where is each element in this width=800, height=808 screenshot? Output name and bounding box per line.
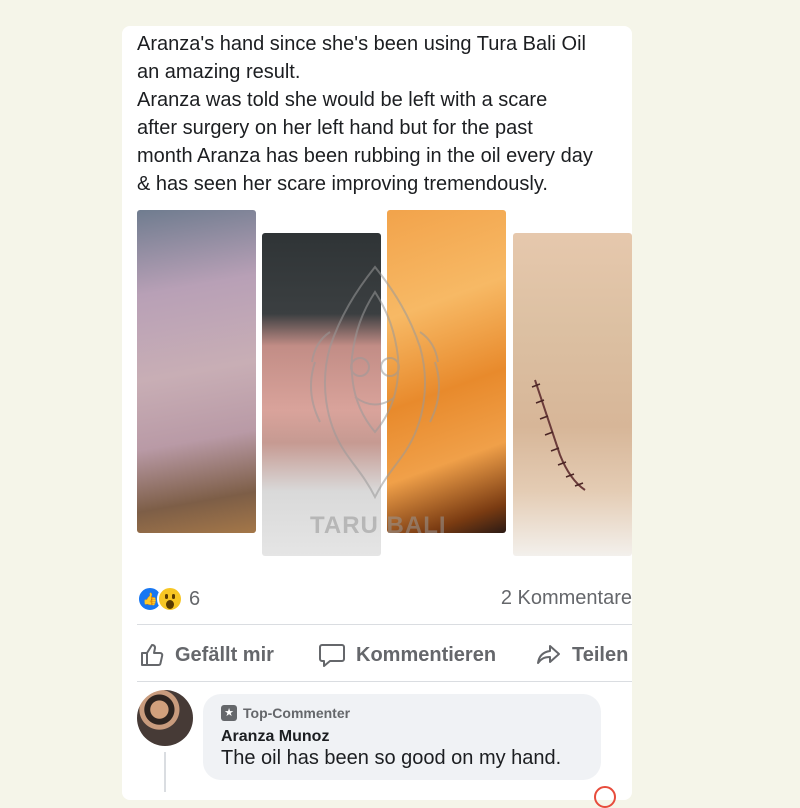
post-text: Aranza's hand since she's been using Tur… (137, 30, 637, 198)
hand-photo-1[interactable] (137, 210, 256, 533)
comment-button[interactable]: Kommentieren (318, 640, 496, 670)
taru-bali-logo-watermark (310, 265, 440, 500)
like-label: Gefällt mir (175, 643, 274, 666)
badge-icon: ★ (221, 705, 237, 721)
share-button[interactable]: Teilen (536, 640, 628, 670)
watermark-text: TARU BALI (310, 512, 447, 539)
top-commenter-badge: ★ Top-Commenter (221, 705, 350, 721)
scar-stitches (531, 379, 586, 491)
avatar[interactable] (137, 690, 193, 746)
post-text-line: month Aranza has been rubbing in the oil… (137, 145, 593, 167)
share-label: Teilen (572, 643, 629, 666)
thumbs-up-icon (141, 644, 164, 666)
divider (137, 624, 632, 625)
comment-label: Kommentieren (356, 643, 497, 666)
post-text-line: Aranza was told she would be left with a… (137, 89, 548, 111)
thread-line (164, 752, 166, 792)
comment-author[interactable]: Aranza Munoz (221, 728, 329, 746)
post-text-line: & has seen her scare improving tremendou… (137, 173, 548, 195)
post-text-line: after surgery on her left hand but for t… (137, 117, 533, 139)
post-text-line: Aranza's hand since she's been using Tur… (137, 33, 587, 55)
comment-bubble-icon (319, 644, 345, 667)
reaction-count: 6 (189, 587, 201, 610)
reaction-indicator-icon (594, 786, 616, 808)
share-arrow-icon (537, 645, 560, 664)
like-button[interactable]: Gefällt mir (139, 640, 274, 670)
comments-count-link[interactable]: 2 Kommentare (501, 587, 632, 610)
wow-icon (157, 586, 183, 612)
post-text-line: an amazing result. (137, 61, 301, 83)
divider (137, 681, 632, 682)
reactions-summary[interactable]: 👍 6 (137, 586, 200, 612)
comment-text: The oil has been so good on my hand. (221, 747, 562, 769)
badge-label: Top-Commenter (243, 705, 351, 721)
